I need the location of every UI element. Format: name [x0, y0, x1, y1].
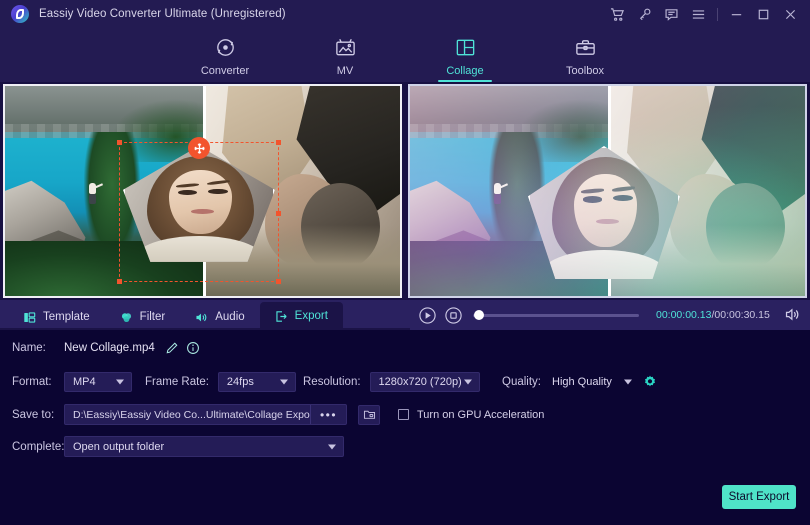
complete-label: Complete:: [12, 440, 65, 453]
resolution-select[interactable]: 1280x720 (720p): [369, 372, 480, 392]
collage-icon: [454, 36, 477, 60]
name-row: Name: New Collage.mp4: [12, 341, 200, 355]
tab-label-export: Export: [294, 310, 328, 322]
gear-icon[interactable]: [642, 374, 658, 390]
chevron-down-icon: [328, 444, 336, 449]
nav-label-converter: Converter: [200, 64, 250, 77]
toolbox-icon: [574, 36, 597, 60]
total-time: 00:00:30.15: [714, 309, 770, 321]
format-label: Format:: [12, 376, 52, 388]
preview-area: − + ▼: [0, 82, 810, 300]
controls-divider: [717, 7, 718, 21]
feedback-icon[interactable]: [658, 0, 685, 28]
move-handle-icon[interactable]: [188, 137, 210, 159]
tab-export[interactable]: Export: [259, 302, 343, 330]
framerate-label: Frame Rate:: [145, 376, 209, 388]
tab-audio[interactable]: Audio: [180, 304, 259, 330]
quality-value: High Quality: [552, 376, 612, 388]
play-icon[interactable]: [418, 306, 437, 325]
original-preview[interactable]: − + ▼: [0, 82, 405, 300]
converter-icon: [214, 36, 237, 60]
seek-slider[interactable]: [473, 310, 639, 320]
eassiy-logo-icon: [11, 5, 29, 23]
tab-label-audio: Audio: [215, 311, 245, 323]
gpu-checkbox[interactable]: [398, 409, 409, 420]
saveto-row: Save to: D:\Eassiy\Eassiy Video Co...Ult…: [12, 404, 544, 425]
folder-icon[interactable]: [358, 404, 380, 425]
framerate-group: Frame Rate: 24fps: [145, 372, 296, 392]
nav-label-toolbox: Toolbox: [566, 64, 604, 77]
nav-item-toolbox[interactable]: Toolbox: [544, 28, 626, 82]
complete-row: Complete: Open output folder: [12, 436, 344, 457]
gpu-acceleration-row[interactable]: Turn on GPU Acceleration: [398, 409, 544, 421]
filtered-canvas[interactable]: [408, 84, 807, 298]
window-title: Eassiy Video Converter Ultimate (Unregis…: [39, 8, 286, 20]
player-controls: 00:00:00.13/00:00:30.15: [410, 300, 810, 330]
pentagon-shape-filtered: [528, 146, 680, 279]
pentagon-shape: [123, 146, 275, 262]
browse-button[interactable]: •••: [310, 405, 346, 424]
minimize-icon[interactable]: [723, 0, 750, 28]
pentagon-clip-filtered: [528, 146, 680, 286]
window-controls: [604, 0, 804, 28]
stop-icon[interactable]: [444, 306, 463, 325]
quality-group: Quality: High Quality: [502, 372, 658, 392]
complete-value: Open output folder: [73, 440, 165, 453]
complete-select[interactable]: Open output folder: [64, 436, 344, 457]
tab-label-template: Template: [43, 311, 90, 323]
format-value: MP4: [73, 376, 96, 388]
main-nav: Converter MV Collage Toolbox: [0, 28, 810, 82]
key-icon[interactable]: [631, 0, 658, 28]
resolution-group: Resolution: 1280x720 (720p): [303, 372, 480, 392]
info-icon[interactable]: [186, 341, 200, 355]
name-value: New Collage.mp4: [64, 342, 155, 354]
format-select[interactable]: MP4: [64, 372, 132, 392]
current-time: 00:00:00.13: [656, 309, 712, 321]
tab-filter[interactable]: Filter: [105, 304, 181, 330]
quality-label: Quality:: [502, 376, 541, 388]
resolution-label: Resolution:: [303, 376, 361, 388]
cart-icon[interactable]: [604, 0, 631, 28]
gpu-label: Turn on GPU Acceleration: [417, 408, 545, 421]
title-bar: Eassiy Video Converter Ultimate (Unregis…: [0, 0, 810, 28]
menu-icon[interactable]: [685, 0, 712, 28]
chevron-down-icon: [463, 379, 472, 385]
chevron-down-icon: [116, 379, 124, 385]
tab-label-filter: Filter: [139, 311, 166, 323]
filtered-preview[interactable]: [405, 82, 810, 300]
nav-label-mv: MV: [336, 64, 354, 77]
app-window: Eassiy Video Converter Ultimate (Unregis…: [0, 0, 810, 525]
saveto-label: Save to:: [12, 408, 55, 421]
tab-template[interactable]: Template: [8, 304, 105, 330]
name-label: Name:: [12, 342, 46, 354]
seek-knob[interactable]: [474, 310, 484, 320]
framerate-value: 24fps: [226, 376, 254, 388]
nav-item-mv[interactable]: MV: [304, 28, 386, 82]
start-export-button[interactable]: Start Export: [722, 485, 796, 509]
maximize-icon[interactable]: [750, 0, 777, 28]
pentagon-clip[interactable]: [123, 146, 275, 268]
format-group: Format: MP4: [12, 372, 132, 392]
pencil-edit-icon[interactable]: [165, 341, 179, 355]
chevron-down-icon: [624, 379, 632, 385]
nav-item-collage[interactable]: Collage: [424, 28, 506, 82]
time-display: 00:00:00.13/00:00:30.15: [656, 309, 770, 321]
volume-icon[interactable]: [784, 306, 802, 324]
resolution-value: 1280x720 (720p): [378, 376, 462, 388]
saveto-path-value: D:\Eassiy\Eassiy Video Co...Ultimate\Col…: [73, 408, 310, 421]
original-canvas[interactable]: [3, 84, 402, 298]
nav-item-converter[interactable]: Converter: [184, 28, 266, 82]
quality-select[interactable]: High Quality: [550, 372, 632, 392]
export-panel: Name: New Collage.mp4 Format: MP4 Frame …: [0, 330, 810, 525]
saveto-path-field[interactable]: D:\Eassiy\Eassiy Video Co...Ultimate\Col…: [64, 404, 347, 425]
chevron-down-icon: [279, 379, 288, 385]
framerate-select[interactable]: 24fps: [217, 372, 296, 392]
mv-icon: [334, 36, 357, 60]
close-icon[interactable]: [777, 0, 804, 28]
nav-label-collage: Collage: [446, 64, 484, 77]
